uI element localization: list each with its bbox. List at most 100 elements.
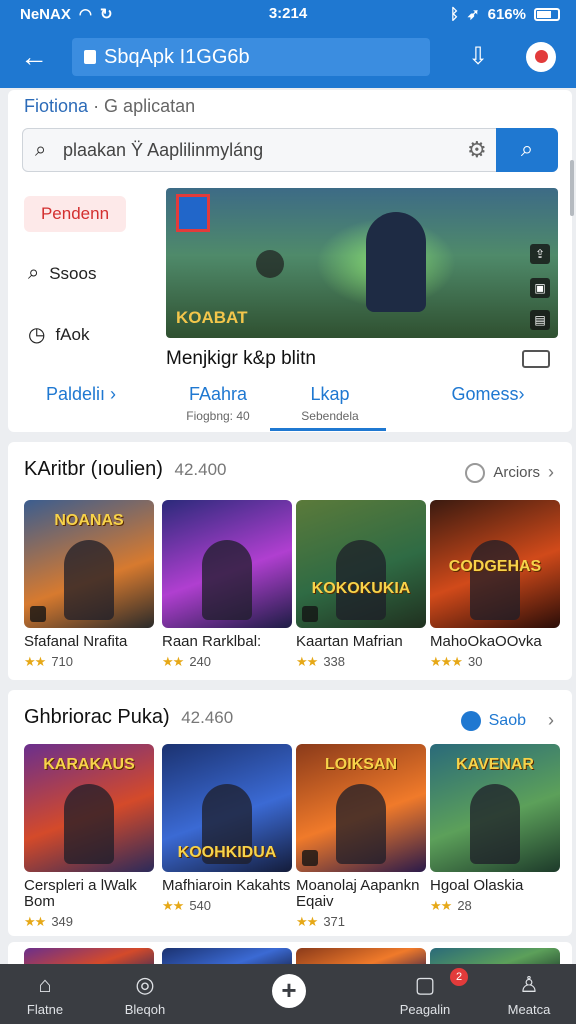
star-icon: ★★ xyxy=(24,654,46,669)
hero-figure xyxy=(366,212,426,312)
app-bar: ← SbqApk I1GG6b ⇩ xyxy=(0,28,576,88)
star-icon: ★★ xyxy=(162,654,184,669)
active-tab-indicator xyxy=(270,428,386,431)
banner-caption: Menjkigr k&p blitn xyxy=(166,348,316,369)
search-icon: ⌕ xyxy=(35,139,47,161)
app-thumbnail: KAVENAR xyxy=(430,744,560,872)
pending-button[interactable]: Pendenn xyxy=(24,196,126,232)
tab-lkap[interactable]: Lkap Sebendela xyxy=(286,384,374,423)
app-name: Hgoal Olaskia xyxy=(430,877,524,894)
lock-icon xyxy=(84,50,96,64)
battery-label: 616% xyxy=(487,5,526,23)
search-button[interactable]: ⌕ xyxy=(496,128,558,172)
app-thumbnail: CODGEHAS xyxy=(430,500,560,628)
star-icon: ★★ xyxy=(24,914,46,929)
download-icon[interactable]: ⇩ xyxy=(463,42,493,72)
app-card[interactable]: KAVENAR Hgoal Olaskia ★★ 28 xyxy=(430,744,560,914)
app-thumbnail: KOOHKIDUA xyxy=(162,744,292,872)
app-rating: ★★ 240 xyxy=(162,654,212,669)
tab-gomess[interactable]: Gomess› xyxy=(428,384,548,405)
status-bar: NeNAX ◠ ↻ 3:214 ᛒ ➶ 616% xyxy=(0,0,576,28)
tab-faahra[interactable]: FAahra Fiogbng: 40 xyxy=(168,384,268,423)
chevron-right-icon: › xyxy=(548,462,554,482)
app-rating: ★★ 349 xyxy=(24,914,74,929)
app-rating: ★★ 710 xyxy=(24,654,74,669)
app-name: Kaartan Mafrian xyxy=(296,633,403,650)
clock-icon: ◷ xyxy=(28,324,46,346)
section-action[interactable]: Arciors › xyxy=(465,462,554,483)
section-count: 42.400 xyxy=(174,460,227,479)
app-card[interactable]: KOKOKUKIA Kaartan Mafrian ★★ 338 xyxy=(296,500,426,670)
star-icon: ★★ xyxy=(296,914,318,929)
url-text: SbqApk I1GG6b xyxy=(104,45,250,68)
app-card[interactable]: Raan Rarklbal: ★★ 240 xyxy=(162,500,292,670)
nav-home[interactable]: ⌂ Flatne xyxy=(0,970,90,1017)
section-title: Ghbriorac Puka) xyxy=(24,706,170,728)
badge-icon xyxy=(302,606,318,622)
section-title: KAritbr (ıoulien) xyxy=(24,458,163,480)
app-rating: ★★ 540 xyxy=(162,898,212,913)
page-title: Fiotiona xyxy=(24,96,89,116)
play-icon[interactable] xyxy=(256,250,284,278)
search-input[interactable] xyxy=(63,137,443,163)
app-rating: ★★ 338 xyxy=(296,654,346,669)
header-card: Fiotiona · G aplicatan ⌕ ⚙ ⌕ Pendenn ⌕ S… xyxy=(8,90,572,432)
side-item-clock[interactable]: ◷ fAok xyxy=(28,322,89,347)
bluetooth-icon: ᛒ xyxy=(450,5,460,23)
more-icon[interactable]: ▤ xyxy=(530,310,550,330)
battery-icon xyxy=(534,7,560,21)
nav-browse[interactable]: ◎ Bleqoh xyxy=(100,970,190,1017)
search-icon: ⌕ xyxy=(28,262,40,284)
app-thumbnail: LOIKSAN xyxy=(296,744,426,872)
app-card[interactable]: KOOHKIDUA Mafhiaroin Kakahts ★★ 540 xyxy=(162,744,292,914)
share-icon[interactable]: ⇪ xyxy=(530,244,550,264)
globe-icon: ◎ xyxy=(135,972,155,997)
app-rating: ★★ 371 xyxy=(296,914,346,929)
compass-icon xyxy=(460,710,481,731)
app-card[interactable]: CODGEHAS MahoOkaOOvka ★★★ 30 xyxy=(430,500,560,670)
page-subtitle: · G aplicatan xyxy=(93,96,196,116)
app-name: MahoOkaOOvka xyxy=(430,633,542,650)
filter-icon xyxy=(465,462,486,483)
section-popular: Ghbriorac Puka) 42.460 Saob › KARAKAUS C… xyxy=(8,690,572,936)
search-bar: ⌕ ⚙ ⌕ xyxy=(22,128,558,172)
add-button[interactable]: + xyxy=(272,974,306,1008)
side-item-label: Ssoos xyxy=(49,263,97,283)
tab-paldelit[interactable]: Paldeliı › xyxy=(26,384,136,405)
side-item-label: fAok xyxy=(55,324,90,344)
search-icon: ⌕ xyxy=(520,136,534,161)
app-card[interactable]: LOIKSAN Moanolaj Aapankn Eqaiv ★★ 371 xyxy=(296,744,426,930)
gear-icon[interactable]: ⚙ xyxy=(467,137,487,163)
app-name: Raan Rarklbal: xyxy=(162,633,262,650)
side-item-search[interactable]: ⌕ Ssoos xyxy=(28,262,96,285)
app-name: Sfafanal Nrafita xyxy=(24,633,128,650)
profile-icon: ♙ xyxy=(519,972,539,997)
banner-text: KOABAT xyxy=(176,308,248,327)
avatar[interactable] xyxy=(526,42,556,72)
star-icon: ★★ xyxy=(162,898,184,913)
section-top-games: KAritbr (ıoulien) 42.400 Arciors › NOANA… xyxy=(8,442,572,680)
nav-profile[interactable]: ♙ Meatca xyxy=(484,970,574,1017)
url-bar[interactable]: SbqApk I1GG6b xyxy=(72,38,430,76)
location-icon: ➶ xyxy=(467,6,480,23)
featured-banner[interactable]: KOABAT ⇪ ▣ ▤ xyxy=(166,188,558,338)
scrollbar[interactable] xyxy=(570,160,574,216)
app-thumbnail: NOANAS xyxy=(24,500,154,628)
star-icon: ★★ xyxy=(296,654,318,669)
cast-icon[interactable] xyxy=(522,350,550,368)
app-thumbnail xyxy=(162,500,292,628)
back-arrow-icon[interactable]: ← xyxy=(20,42,52,74)
star-icon: ★★ xyxy=(430,898,452,913)
section-count: 42.460 xyxy=(181,708,234,727)
app-card[interactable]: NOANAS Sfafanal Nrafita ★★ 710 xyxy=(24,500,154,670)
app-name: Moanolaj Aapankn Eqaiv xyxy=(296,877,420,910)
app-card[interactable]: KARAKAUS Cerspleri a lWalk Bom ★★ 349 xyxy=(24,744,154,930)
app-name: Cerspleri a lWalk Bom xyxy=(24,877,137,910)
badge-icon xyxy=(30,606,46,622)
app-rating: ★★ 28 xyxy=(430,898,472,913)
badge-icon xyxy=(302,850,318,866)
section-action[interactable]: Saob › xyxy=(460,710,554,731)
star-icon: ★★★ xyxy=(430,654,463,669)
bookmark-icon[interactable]: ▣ xyxy=(530,278,550,298)
app-name: Mafhiaroin Kakahts xyxy=(162,877,291,894)
